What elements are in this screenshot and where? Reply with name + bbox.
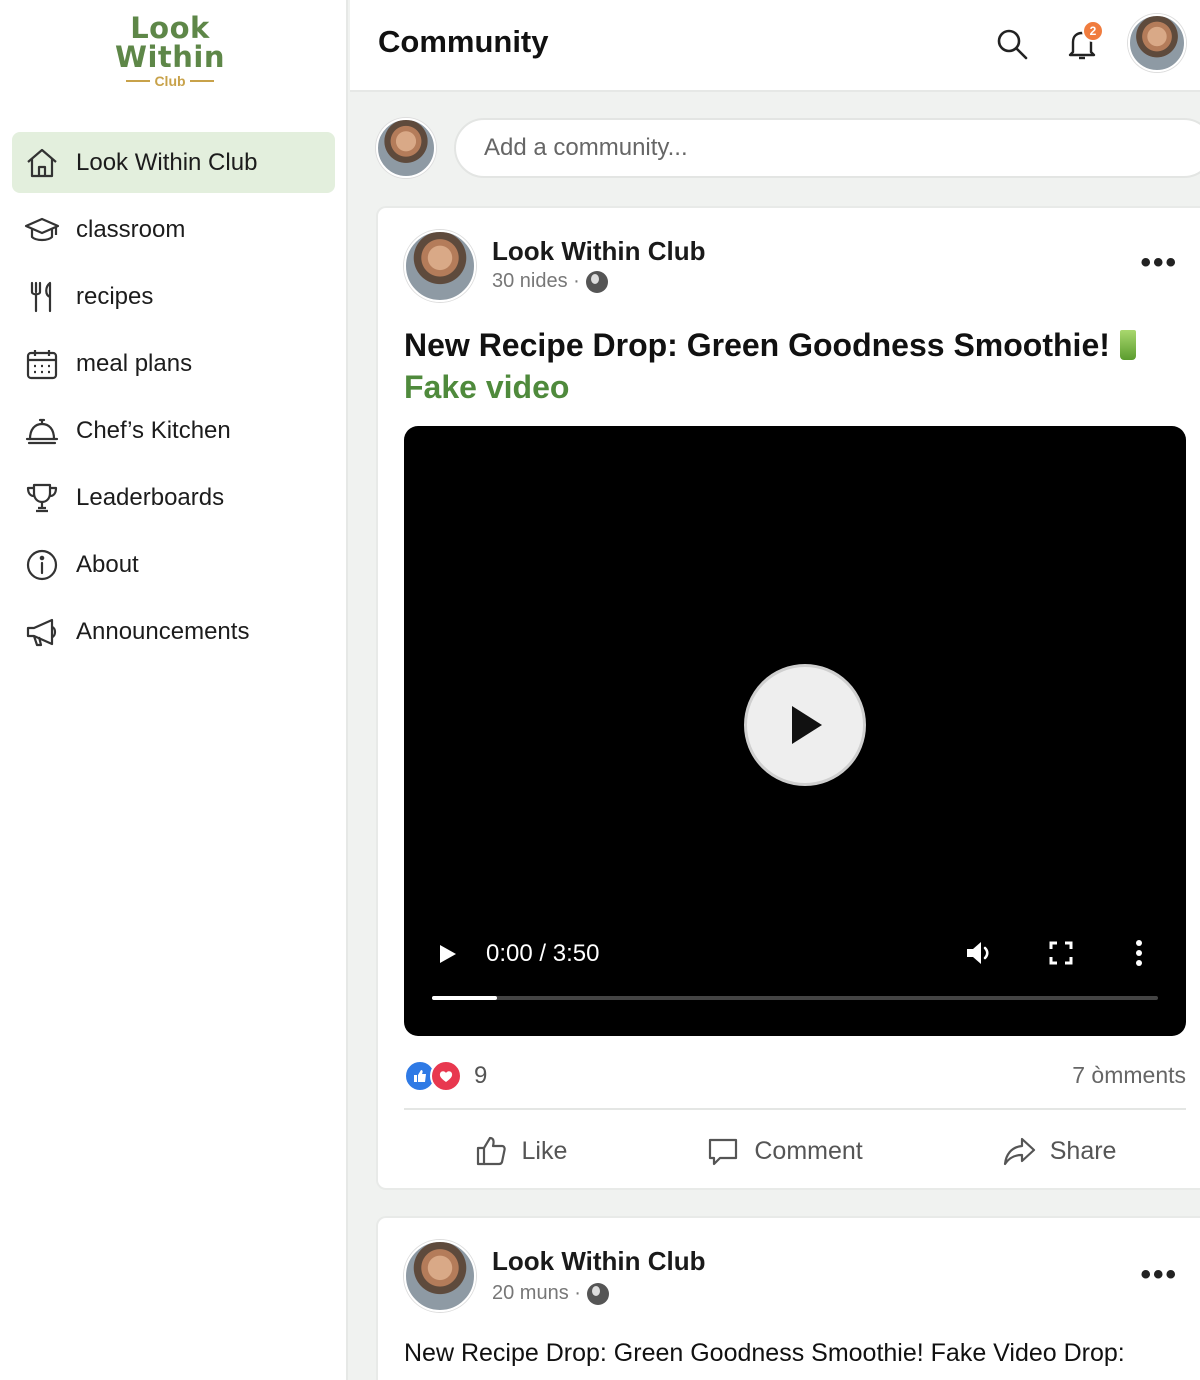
love-reaction-icon [430, 1060, 462, 1092]
sidebar-item-recipes[interactable]: recipes [12, 266, 335, 327]
search-button[interactable] [990, 22, 1034, 66]
volume-icon [967, 942, 989, 964]
trophy-icon [26, 483, 58, 512]
post-title: New Recipe Drop: Green Goodness Smoothie… [404, 324, 1184, 408]
comment-icon [709, 1138, 738, 1166]
video-volume-button[interactable] [964, 938, 996, 973]
composer-avatar [376, 118, 436, 178]
globe-icon [586, 1282, 609, 1305]
graduation-cap-icon [24, 217, 60, 241]
search-icon [997, 29, 1028, 60]
post-subtitle: Fake video [404, 369, 570, 405]
sidebar-item-label: Announcements [76, 617, 250, 645]
share-button[interactable]: Share [978, 1126, 1141, 1176]
video-time: 0:00 / 3:50 [486, 940, 600, 967]
post-author[interactable]: Look Within Club [492, 1246, 706, 1277]
post-author-avatar[interactable] [404, 230, 476, 302]
more-dots-icon: ••• [1140, 246, 1178, 279]
user-avatar[interactable] [1128, 14, 1186, 72]
share-label: Share [1049, 1136, 1117, 1165]
brand-logo-line2: Within [114, 40, 226, 74]
thumbs-up-icon [476, 1136, 506, 1166]
globe-icon [585, 270, 608, 293]
calendar-icon [26, 349, 58, 379]
video-play-button[interactable] [436, 942, 458, 971]
notification-badge: 2 [1082, 20, 1104, 42]
composer-input[interactable] [454, 118, 1200, 178]
smoothie-glass-icon [1119, 330, 1136, 360]
megaphone-icon [26, 618, 57, 646]
post-title-text: New Recipe Drop: Green Goodness Smoothie… [404, 327, 1110, 363]
brand-logo-line1: Look [130, 11, 210, 45]
post-meta: 20 muns · [492, 1282, 609, 1305]
video-player[interactable]: 0:00 / 3:50 [404, 426, 1186, 1036]
top-header: Community 2 [350, 0, 1200, 92]
cloche-icon [25, 418, 59, 444]
video-progress-fill [432, 996, 498, 1000]
page-title: Community [378, 24, 549, 59]
kebab-menu-icon [1136, 940, 1142, 966]
post-more-button[interactable]: ••• [1140, 1258, 1178, 1292]
like-button[interactable]: Like [450, 1126, 592, 1176]
video-controls: 0:00 / 3:50 [404, 926, 1186, 1036]
post-timestamp: 20 muns · [492, 1282, 581, 1304]
sidebar-item-look-within-club[interactable]: Look Within Club [12, 132, 335, 193]
sidebar-item-label: Leaderboards [76, 483, 225, 511]
reaction-count: 9 [474, 1062, 488, 1089]
video-progress-bar[interactable] [432, 996, 1158, 1000]
post-text: New Recipe Drop: Green Goodness Smoothie… [404, 1339, 1125, 1367]
sidebar-item-about[interactable]: About [12, 534, 335, 595]
sidebar-item-announcements[interactable]: Announcements [12, 601, 335, 662]
post-card: Look Within Club 30 nides · ••• New Reci… [376, 206, 1200, 1190]
post-author[interactable]: Look Within Club [492, 236, 706, 267]
post-more-button[interactable]: ••• [1140, 246, 1178, 280]
logo-divider [126, 80, 151, 82]
sidebar-item-chefs-kitchen[interactable]: Chef’s Kitchen [12, 400, 335, 461]
brand-logo-club: Club [0, 73, 340, 89]
sidebar: Look Within Club Look Within Club classr… [0, 0, 348, 1380]
play-icon [440, 945, 456, 963]
logo-divider [189, 80, 214, 82]
sidebar-item-label: meal plans [76, 349, 193, 377]
sidebar-item-label: classroom [76, 215, 186, 243]
sidebar-item-label: Chef’s Kitchen [76, 416, 231, 444]
like-label: Like [521, 1136, 568, 1165]
post-timestamp: 30 nides · [492, 270, 580, 292]
post-divider [404, 1108, 1186, 1110]
comment-button[interactable]: Comment [682, 1126, 886, 1176]
comment-label: Comment [754, 1136, 863, 1165]
sidebar-item-label: Look Within Club [76, 148, 258, 176]
brand-logo[interactable]: Look Within Club [0, 11, 340, 90]
brand-logo-line3: Club [154, 73, 186, 89]
fork-knife-icon [30, 281, 52, 312]
sidebar-item-label: About [76, 550, 139, 578]
post-meta: 30 nides · [492, 270, 608, 293]
post-actions: Like Comment Share [404, 1126, 1186, 1176]
fullscreen-icon [1049, 941, 1073, 965]
sidebar-item-label: recipes [76, 282, 154, 310]
sidebar-item-leaderboards[interactable]: Leaderboards [12, 467, 335, 528]
comments-count[interactable]: 7 òmments [1072, 1062, 1186, 1089]
video-options-button[interactable] [1134, 938, 1144, 973]
post-author-avatar[interactable] [404, 1240, 476, 1312]
post-card: Look Within Club 20 muns · ••• New Recip… [376, 1216, 1200, 1380]
sidebar-nav: Look Within Club classroom recipes meal … [12, 132, 335, 668]
share-icon [1003, 1137, 1035, 1166]
sidebar-item-meal-plans[interactable]: meal plans [12, 333, 335, 394]
reaction-summary[interactable]: 9 [404, 1060, 487, 1092]
notifications-button[interactable]: 2 [1060, 20, 1104, 66]
more-dots-icon: ••• [1140, 1258, 1178, 1291]
sidebar-item-classroom[interactable]: classroom [12, 199, 335, 260]
home-icon [27, 148, 57, 177]
video-play-overlay-button[interactable] [744, 664, 866, 786]
play-icon [792, 706, 822, 744]
video-fullscreen-button[interactable] [1048, 940, 1074, 971]
info-icon [26, 549, 58, 580]
